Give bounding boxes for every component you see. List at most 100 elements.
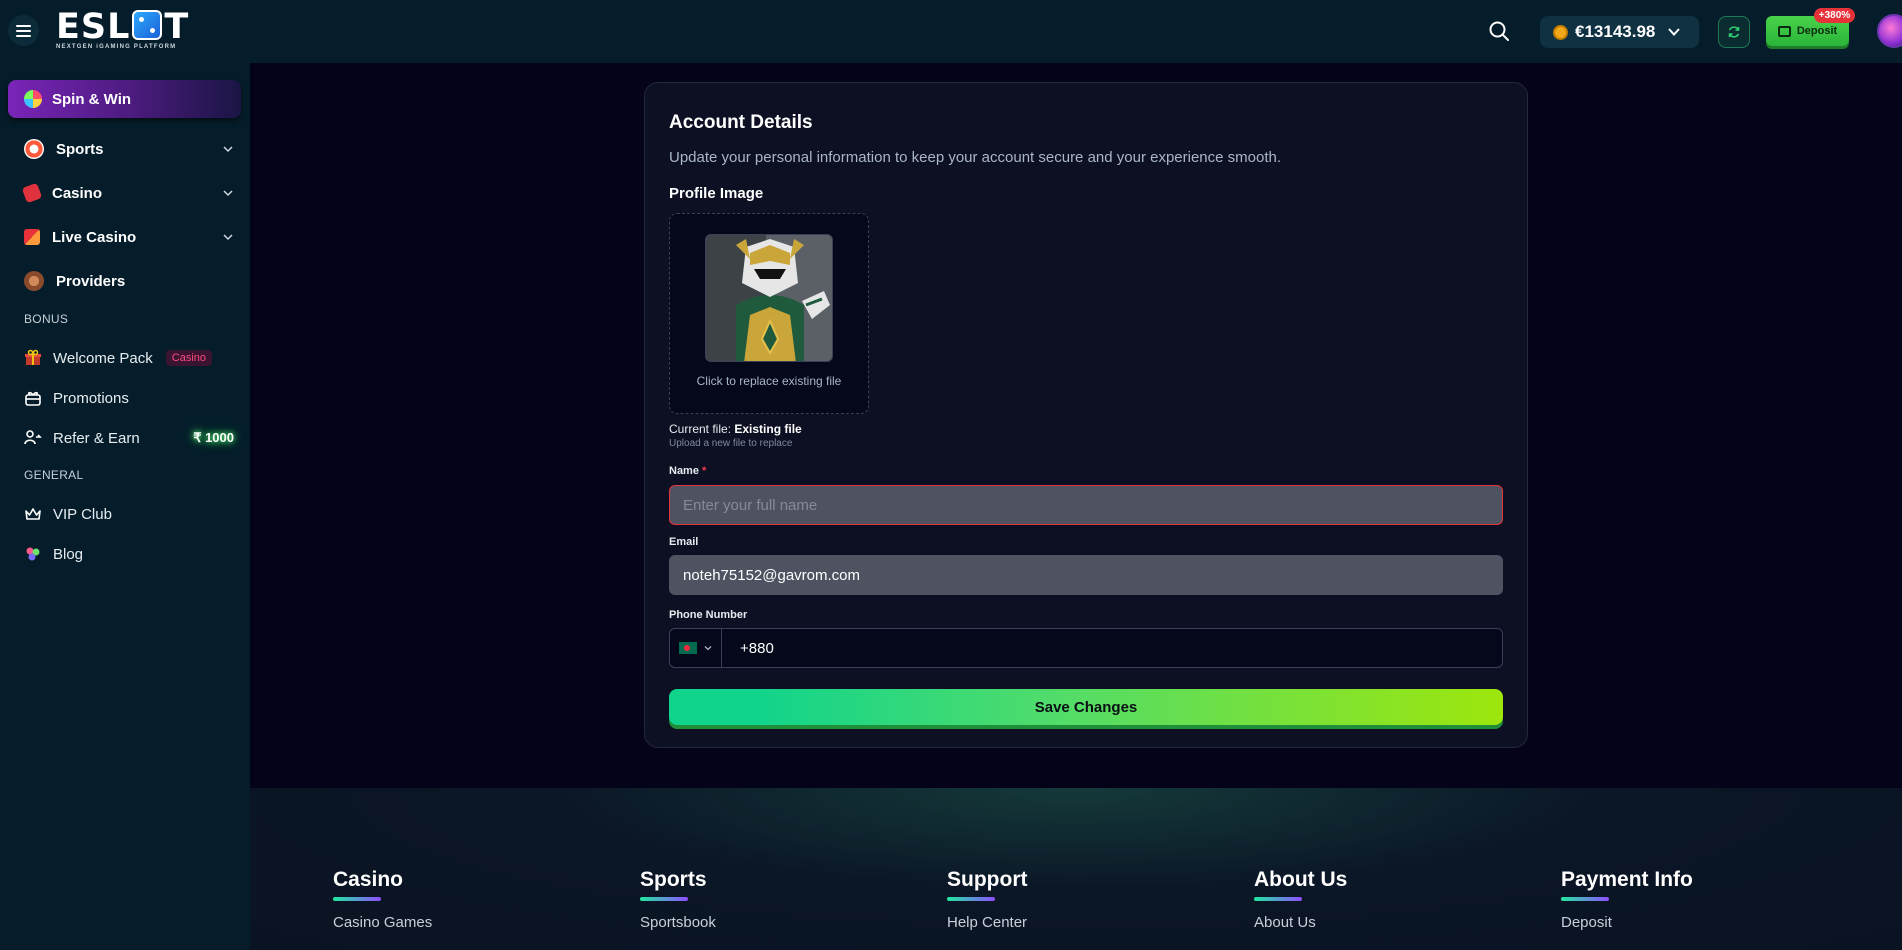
refresh-icon — [1728, 26, 1740, 38]
search-icon — [1489, 21, 1509, 41]
sidebar-item-label: VIP Club — [53, 505, 112, 523]
phone-field[interactable]: +880 — [669, 628, 1503, 668]
live-casino-icon — [24, 229, 40, 245]
footer-title-underline — [1561, 897, 1609, 901]
site-logo[interactable]: ESL T NEXTGEN iGAMING PLATFORM — [56, 8, 196, 54]
footer-title-underline — [333, 897, 381, 901]
required-marker: * — [702, 465, 707, 477]
footer-link[interactable]: Sportsbook — [640, 914, 716, 931]
sidebar-item-label: Welcome Pack — [53, 349, 153, 367]
footer-column-support: Support Help Center — [947, 868, 1027, 931]
footer-link[interactable]: Deposit — [1561, 914, 1693, 931]
footer-column-title: Sports — [640, 868, 707, 891]
hamburger-menu-button[interactable] — [8, 15, 39, 46]
sidebar-item-label: Casino — [52, 184, 103, 202]
profile-image-preview — [705, 234, 833, 362]
spin-win-label: Spin & Win — [52, 90, 132, 108]
footer-column-sports: Sports Sportsbook — [640, 868, 716, 931]
sidebar-item-label: Providers — [56, 272, 126, 290]
logo-text-left: ESL — [56, 7, 131, 47]
chevron-down-icon — [1668, 28, 1681, 36]
current-file-name: Existing file — [734, 422, 802, 436]
casino-icon — [21, 182, 43, 204]
refer-reward-amount: ₹ 1000 — [193, 430, 234, 445]
refresh-balance-button[interactable] — [1718, 16, 1750, 48]
sidebar-item-label: Promotions — [53, 389, 129, 407]
sidebar-item-label: Refer & Earn — [53, 429, 140, 447]
coin-icon — [1553, 24, 1568, 40]
sidebar-item-label: Sports — [56, 140, 104, 158]
crown-icon — [25, 508, 41, 520]
save-changes-button[interactable]: Save Changes — [669, 689, 1503, 725]
sidebar-item-providers[interactable]: Providers — [24, 267, 234, 295]
footer-link[interactable]: Help Center — [947, 914, 1027, 931]
promotions-icon — [25, 391, 41, 406]
chevron-down-icon — [704, 646, 711, 651]
balance-amount: €13143.98 — [1575, 22, 1656, 41]
deposit-bonus-badge: +380% — [1814, 8, 1855, 23]
sidebar-item-casino[interactable]: Casino — [21, 179, 234, 207]
email-input[interactable] — [669, 555, 1503, 595]
sidebar-item-refer-earn[interactable]: Refer & Earn ₹ 1000 — [24, 426, 234, 450]
providers-icon — [24, 271, 44, 291]
current-file-info: Current file: Existing file — [669, 422, 802, 436]
site-footer: Casino Casino Games Sports Sportsbook Su… — [250, 788, 1902, 950]
sidebar-item-vip-club[interactable]: VIP Club — [24, 502, 234, 526]
page-subtitle: Update your personal information to keep… — [669, 149, 1282, 166]
bonus-section-title: BONUS — [24, 312, 69, 326]
logo-tagline: NEXTGEN iGAMING PLATFORM — [56, 44, 177, 50]
main-content: Account Details Update your personal inf… — [250, 63, 1902, 788]
footer-link[interactable]: About Us — [1254, 914, 1347, 931]
footer-column-casino: Casino Casino Games — [333, 868, 432, 931]
deposit-label: Deposit — [1796, 25, 1838, 37]
footer-column-title: Casino — [333, 868, 404, 891]
blog-icon — [26, 547, 40, 561]
sidebar-item-blog[interactable]: Blog — [24, 542, 234, 566]
sports-icon — [24, 139, 44, 159]
chevron-down-icon — [223, 146, 233, 153]
casino-badge: Casino — [165, 350, 213, 366]
page-title: Account Details — [669, 112, 813, 133]
footer-column-title: About Us — [1254, 868, 1348, 891]
user-avatar[interactable] — [1877, 14, 1902, 48]
spin-win-button[interactable]: Spin & Win — [8, 80, 241, 118]
sidebar: Spin & Win Sports Casino Live Casino Pro… — [0, 63, 250, 950]
sidebar-item-label: Live Casino — [52, 228, 137, 246]
top-header: ESL T NEXTGEN iGAMING PLATFORM €13143.98… — [0, 0, 1902, 63]
footer-title-underline — [1254, 897, 1302, 901]
logo-text-right: T — [164, 7, 190, 47]
sidebar-item-welcome-pack[interactable]: Welcome Pack Casino — [24, 346, 234, 370]
country-code-select[interactable] — [670, 629, 722, 667]
refer-icon — [24, 430, 42, 445]
wallet-icon — [1777, 25, 1791, 37]
current-file-prefix: Current file: — [669, 422, 732, 436]
sidebar-item-live-casino[interactable]: Live Casino — [24, 223, 234, 251]
general-section-title: GENERAL — [24, 468, 84, 482]
footer-column-about: About Us About Us — [1254, 868, 1347, 931]
footer-link[interactable]: Casino Games — [333, 914, 432, 931]
name-input[interactable] — [669, 485, 1503, 525]
chevron-down-icon — [223, 234, 233, 241]
chevron-down-icon — [223, 190, 233, 197]
footer-column-payment: Payment Info Deposit — [1561, 868, 1693, 931]
gift-icon — [25, 349, 41, 365]
search-button[interactable] — [1488, 20, 1510, 42]
phone-number-value[interactable]: +880 — [722, 640, 774, 657]
sidebar-item-label: Blog — [53, 545, 84, 563]
upload-hint: Click to replace existing file — [696, 374, 842, 388]
name-label-text: Name — [669, 465, 699, 477]
footer-title-underline — [640, 897, 688, 901]
dice-logo-icon — [132, 10, 163, 40]
footer-column-title: Payment Info — [1561, 868, 1693, 891]
balance-dropdown[interactable]: €13143.98 — [1540, 16, 1699, 48]
profile-image-label: Profile Image — [669, 185, 764, 202]
profile-image-upload[interactable]: Click to replace existing file — [669, 213, 869, 414]
sidebar-item-sports[interactable]: Sports — [24, 135, 234, 163]
email-label: Email — [669, 536, 699, 548]
upload-note: Upload a new file to replace — [669, 438, 793, 449]
sidebar-item-promotions[interactable]: Promotions — [24, 386, 234, 410]
bangladesh-flag-icon — [678, 642, 697, 654]
footer-column-title: Support — [947, 868, 1028, 891]
spin-wheel-icon — [24, 90, 42, 108]
phone-label: Phone Number — [669, 609, 748, 621]
